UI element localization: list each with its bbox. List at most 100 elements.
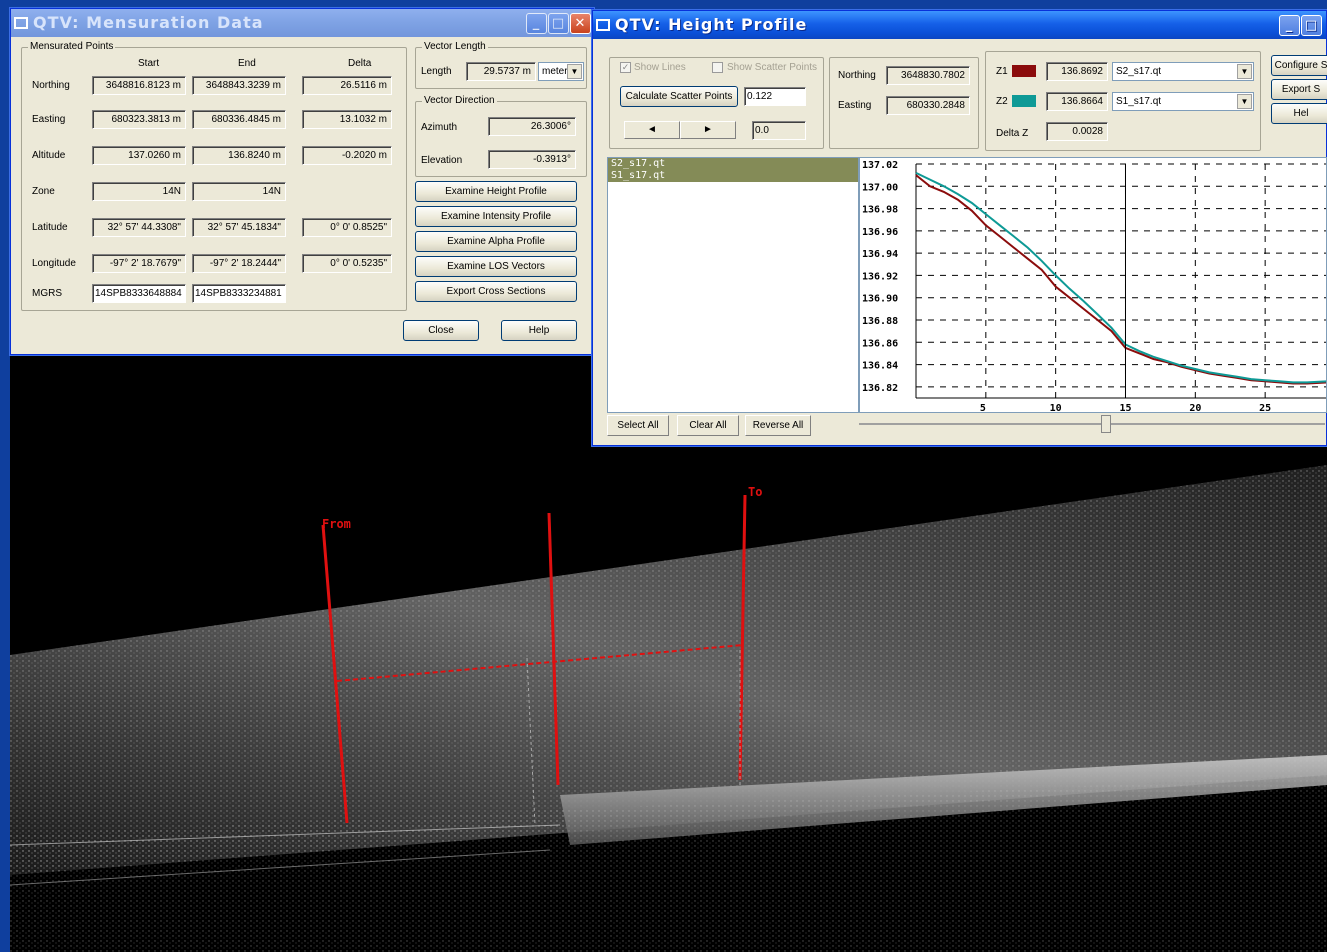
action-button-3[interactable]: Examine LOS Vectors bbox=[415, 256, 577, 277]
length-label: Length bbox=[421, 66, 452, 77]
height-profile-titlebar[interactable]: QTV: Height Profile _ □ bbox=[593, 11, 1326, 39]
azimuth-label: Azimuth bbox=[421, 122, 458, 133]
step-left-button[interactable]: ◄ bbox=[624, 121, 680, 139]
row-label-6: MGRS bbox=[32, 288, 62, 299]
arrow-right-icon: ► bbox=[703, 124, 713, 135]
azimuth-field: 26.3006° bbox=[488, 117, 576, 136]
row-0-end-field: 3648843.3239 m bbox=[192, 76, 286, 95]
file-list[interactable]: S2_s17.qt S1_s17.qt bbox=[607, 157, 859, 413]
display-options-group: ✓ Show Lines Show Scatter Points Calcula… bbox=[609, 57, 824, 149]
row-4-delta-field: 0° 0' 0.8525" bbox=[302, 218, 392, 237]
row-4-end-field: 32° 57' 45.1834" bbox=[192, 218, 286, 237]
y-tick-label: 136.84 bbox=[862, 361, 898, 372]
show-lines-label: Show Lines bbox=[634, 62, 686, 73]
col-delta-header: Delta bbox=[348, 58, 372, 69]
row-label-5: Longitude bbox=[32, 258, 76, 269]
height-profile-window[interactable]: QTV: Height Profile _ □ ✓ Show Lines Sho… bbox=[592, 10, 1327, 446]
window-icon bbox=[596, 19, 610, 31]
profile-slider-track[interactable] bbox=[859, 423, 1325, 425]
minimize-icon[interactable]: _ bbox=[1279, 15, 1300, 36]
profile-slider-thumb[interactable] bbox=[1101, 415, 1111, 433]
z1-file-value: S2_s17.qt bbox=[1116, 66, 1162, 77]
list-item[interactable]: S2_s17.qt bbox=[608, 158, 858, 170]
y-tick-label: 136.82 bbox=[862, 383, 898, 394]
help-button[interactable]: Hel bbox=[1271, 103, 1327, 124]
y-tick-label: 136.98 bbox=[862, 205, 898, 216]
mensuration-titlebar[interactable]: QTV: Mensuration Data _ □ ✕ bbox=[11, 9, 593, 37]
position-group: Northing 3648830.7802 Easting 680330.284… bbox=[829, 57, 979, 149]
reverse-all-button[interactable]: Reverse All bbox=[745, 415, 811, 436]
group-title: Vector Direction bbox=[422, 95, 497, 106]
unit-select[interactable]: meter ▼ bbox=[538, 62, 584, 81]
row-label-4: Latitude bbox=[32, 222, 68, 233]
z2-color-swatch bbox=[1012, 95, 1036, 107]
row-5-start-field: -97° 2' 18.7679" bbox=[92, 254, 186, 273]
calculate-scatter-button[interactable]: Calculate Scatter Points bbox=[620, 86, 738, 107]
show-scatter-checkbox[interactable] bbox=[712, 62, 723, 73]
elevation-field: -0.3913° bbox=[488, 150, 576, 169]
chevron-down-icon[interactable]: ▼ bbox=[567, 64, 582, 79]
step-right-button[interactable]: ► bbox=[680, 121, 736, 139]
mensuration-title: QTV: Mensuration Data bbox=[33, 13, 264, 32]
row-2-start-field: 137.0260 m bbox=[92, 146, 186, 165]
list-item[interactable]: S1_s17.qt bbox=[608, 170, 858, 182]
export-button[interactable]: Export S bbox=[1271, 79, 1327, 100]
row-6-start-field: 14SPB8333648884 bbox=[92, 284, 186, 303]
y-tick-label: 136.94 bbox=[862, 249, 898, 260]
z-values-group: Z1 136.8692 S2_s17.qt ▼ Z2 136.8664 S1_s… bbox=[985, 51, 1261, 151]
configure-button[interactable]: Configure S bbox=[1271, 55, 1327, 76]
z1-file-select[interactable]: S2_s17.qt ▼ bbox=[1112, 62, 1254, 81]
row-0-start-field: 3648816.8123 m bbox=[92, 76, 186, 95]
chevron-down-icon[interactable]: ▼ bbox=[1237, 64, 1252, 79]
y-tick-label: 136.88 bbox=[862, 316, 898, 327]
length-field: 29.5737 m bbox=[466, 62, 536, 81]
action-button-1[interactable]: Examine Intensity Profile bbox=[415, 206, 577, 227]
row-label-1: Easting bbox=[32, 114, 66, 125]
step-value-field: 0.0 bbox=[752, 121, 806, 140]
northing-label: Northing bbox=[838, 70, 876, 81]
window-icon bbox=[14, 17, 28, 29]
maximize-icon[interactable]: □ bbox=[548, 13, 569, 34]
to-label: To bbox=[748, 485, 763, 499]
z1-color-swatch bbox=[1012, 65, 1036, 77]
height-profile-chart-frame[interactable]: 137.02 137.00 136.98 136.96 136.94 136.92 136.… bbox=[859, 157, 1327, 413]
deltaz-field: 0.0028 bbox=[1046, 122, 1108, 141]
close-button[interactable]: Close bbox=[403, 320, 479, 341]
x-tick-label: 25 bbox=[1259, 403, 1271, 413]
z1-label: Z1 bbox=[996, 66, 1008, 77]
z2-file-select[interactable]: S1_s17.qt ▼ bbox=[1112, 92, 1254, 111]
row-4-start-field: 32° 57' 44.3308" bbox=[92, 218, 186, 237]
easting-field: 680330.2848 bbox=[886, 96, 970, 115]
clear-all-button[interactable]: Clear All bbox=[677, 415, 739, 436]
show-lines-checkbox[interactable]: ✓ bbox=[620, 62, 631, 73]
easting-label: Easting bbox=[838, 100, 872, 111]
action-button-4[interactable]: Export Cross Sections bbox=[415, 281, 577, 302]
row-5-end-field: -97° 2' 18.2444" bbox=[192, 254, 286, 273]
action-button-2[interactable]: Examine Alpha Profile bbox=[415, 231, 577, 252]
chevron-down-icon[interactable]: ▼ bbox=[1237, 94, 1252, 109]
mensuration-window[interactable]: QTV: Mensuration Data _ □ ✕ Mensurated P… bbox=[10, 8, 594, 355]
close-icon[interactable]: ✕ bbox=[570, 13, 591, 34]
row-2-end-field: 136.8240 m bbox=[192, 146, 286, 165]
row-3-end-field: 14N bbox=[192, 182, 286, 201]
y-tick-label: 137.02 bbox=[862, 160, 898, 171]
col-start-header: Start bbox=[138, 58, 160, 69]
height-profile-chart[interactable]: 137.02 137.00 136.98 136.96 136.94 136.92 136.… bbox=[860, 158, 1327, 413]
maximize-icon[interactable]: □ bbox=[1301, 15, 1322, 36]
y-tick-label: 137.00 bbox=[862, 182, 898, 193]
action-button-0[interactable]: Examine Height Profile bbox=[415, 181, 577, 202]
row-label-3: Zone bbox=[32, 186, 55, 197]
select-all-button[interactable]: Select All bbox=[607, 415, 669, 436]
y-tick-label: 136.90 bbox=[862, 294, 898, 305]
row-3-start-field: 14N bbox=[92, 182, 186, 201]
height-profile-title: QTV: Height Profile bbox=[615, 15, 808, 34]
arrow-left-icon: ◄ bbox=[647, 124, 657, 135]
help-button[interactable]: Help bbox=[501, 320, 577, 341]
scatter-step-input[interactable]: 0.122 bbox=[744, 87, 806, 106]
vector-length-group: Vector Length Length 29.5737 m meter ▼ bbox=[415, 41, 587, 89]
x-tick-label: 10 bbox=[1050, 403, 1062, 413]
row-1-start-field: 680323.3813 m bbox=[92, 110, 186, 129]
y-tick-label: 136.92 bbox=[862, 271, 898, 282]
unit-select-value: meter bbox=[542, 66, 568, 77]
minimize-icon[interactable]: _ bbox=[526, 13, 547, 34]
